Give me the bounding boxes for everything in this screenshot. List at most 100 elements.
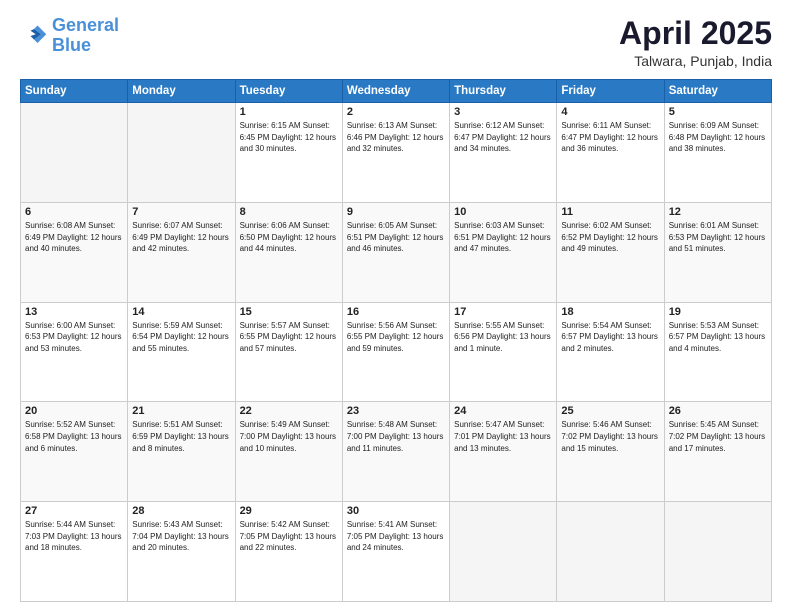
calendar-day-header: Wednesday bbox=[342, 80, 449, 103]
calendar-week-row: 20 Sunrise: 5:52 AM Sunset: 6:58 PM Dayli… bbox=[21, 402, 772, 502]
logo-icon bbox=[20, 22, 48, 50]
calendar-cell bbox=[450, 502, 557, 602]
logo: General Blue bbox=[20, 16, 119, 56]
cell-content: Sunrise: 5:52 AM Sunset: 6:58 PM Dayligh… bbox=[25, 419, 123, 454]
logo-general: General bbox=[52, 15, 119, 35]
cell-content: Sunrise: 6:06 AM Sunset: 6:50 PM Dayligh… bbox=[240, 220, 338, 255]
day-number: 1 bbox=[240, 106, 338, 118]
title-block: April 2025 Talwara, Punjab, India bbox=[619, 16, 772, 69]
day-number: 5 bbox=[669, 106, 767, 118]
calendar-cell: 2 Sunrise: 6:13 AM Sunset: 6:46 PM Daylig… bbox=[342, 103, 449, 203]
day-number: 20 bbox=[25, 405, 123, 417]
calendar-cell: 22Sunrise: 5:49 AM Sunset: 7:00 PM Dayli… bbox=[235, 402, 342, 502]
calendar-day-header: Thursday bbox=[450, 80, 557, 103]
cell-content: Sunrise: 5:59 AM Sunset: 6:54 PM Dayligh… bbox=[132, 320, 230, 355]
cell-content: Sunrise: 5:48 AM Sunset: 7:00 PM Dayligh… bbox=[347, 419, 445, 454]
day-number: 21 bbox=[132, 405, 230, 417]
cell-content: Sunrise: 5:56 AM Sunset: 6:55 PM Dayligh… bbox=[347, 320, 445, 355]
cell-content: Sunrise: 5:44 AM Sunset: 7:03 PM Dayligh… bbox=[25, 519, 123, 554]
calendar-cell: 9 Sunrise: 6:05 AM Sunset: 6:51 PM Daylig… bbox=[342, 202, 449, 302]
calendar-cell: 15 Sunrise: 5:57 AM Sunset: 6:55 PM Dayli… bbox=[235, 302, 342, 402]
calendar-cell: 21Sunrise: 5:51 AM Sunset: 6:59 PM Dayli… bbox=[128, 402, 235, 502]
day-number: 8 bbox=[240, 206, 338, 218]
day-number: 25 bbox=[561, 405, 659, 417]
calendar-cell: 14Sunrise: 5:59 AM Sunset: 6:54 PM Dayli… bbox=[128, 302, 235, 402]
calendar-day-header: Tuesday bbox=[235, 80, 342, 103]
cell-content: Sunrise: 6:15 AM Sunset: 6:45 PM Dayligh… bbox=[240, 120, 338, 155]
page: General Blue April 2025 Talwara, Punjab,… bbox=[0, 0, 792, 612]
calendar-cell: 23 Sunrise: 5:48 AM Sunset: 7:00 PM Dayli… bbox=[342, 402, 449, 502]
day-number: 3 bbox=[454, 106, 552, 118]
location: Talwara, Punjab, India bbox=[619, 53, 772, 69]
calendar-cell: 18 Sunrise: 5:54 AM Sunset: 6:57 PM Dayli… bbox=[557, 302, 664, 402]
calendar-cell: 12Sunrise: 6:01 AM Sunset: 6:53 PM Dayli… bbox=[664, 202, 771, 302]
day-number: 4 bbox=[561, 106, 659, 118]
cell-content: Sunrise: 5:43 AM Sunset: 7:04 PM Dayligh… bbox=[132, 519, 230, 554]
calendar-week-row: 13 Sunrise: 6:00 AM Sunset: 6:53 PM Dayli… bbox=[21, 302, 772, 402]
day-number: 28 bbox=[132, 505, 230, 517]
calendar-cell: 27 Sunrise: 5:44 AM Sunset: 7:03 PM Dayli… bbox=[21, 502, 128, 602]
day-number: 27 bbox=[25, 505, 123, 517]
logo-text: General Blue bbox=[52, 16, 119, 56]
day-number: 29 bbox=[240, 505, 338, 517]
day-number: 16 bbox=[347, 306, 445, 318]
day-number: 22 bbox=[240, 405, 338, 417]
cell-content: Sunrise: 5:55 AM Sunset: 6:56 PM Dayligh… bbox=[454, 320, 552, 355]
calendar-cell bbox=[557, 502, 664, 602]
cell-content: Sunrise: 6:03 AM Sunset: 6:51 PM Dayligh… bbox=[454, 220, 552, 255]
day-number: 26 bbox=[669, 405, 767, 417]
calendar-cell: 11Sunrise: 6:02 AM Sunset: 6:52 PM Dayli… bbox=[557, 202, 664, 302]
cell-content: Sunrise: 6:13 AM Sunset: 6:46 PM Dayligh… bbox=[347, 120, 445, 155]
calendar-cell: 3 Sunrise: 6:12 AM Sunset: 6:47 PM Daylig… bbox=[450, 103, 557, 203]
calendar-cell: 7 Sunrise: 6:07 AM Sunset: 6:49 PM Daylig… bbox=[128, 202, 235, 302]
cell-content: Sunrise: 6:08 AM Sunset: 6:49 PM Dayligh… bbox=[25, 220, 123, 255]
calendar-cell: 6 Sunrise: 6:08 AM Sunset: 6:49 PM Daylig… bbox=[21, 202, 128, 302]
calendar-cell bbox=[21, 103, 128, 203]
cell-content: Sunrise: 6:12 AM Sunset: 6:47 PM Dayligh… bbox=[454, 120, 552, 155]
day-number: 17 bbox=[454, 306, 552, 318]
cell-content: Sunrise: 5:57 AM Sunset: 6:55 PM Dayligh… bbox=[240, 320, 338, 355]
calendar-cell: 4 Sunrise: 6:11 AM Sunset: 6:47 PM Daylig… bbox=[557, 103, 664, 203]
calendar-day-header: Saturday bbox=[664, 80, 771, 103]
calendar-week-row: 27 Sunrise: 5:44 AM Sunset: 7:03 PM Dayli… bbox=[21, 502, 772, 602]
cell-content: Sunrise: 5:45 AM Sunset: 7:02 PM Dayligh… bbox=[669, 419, 767, 454]
day-number: 18 bbox=[561, 306, 659, 318]
cell-content: Sunrise: 5:42 AM Sunset: 7:05 PM Dayligh… bbox=[240, 519, 338, 554]
day-number: 19 bbox=[669, 306, 767, 318]
calendar-week-row: 6 Sunrise: 6:08 AM Sunset: 6:49 PM Daylig… bbox=[21, 202, 772, 302]
calendar-cell: 10Sunrise: 6:03 AM Sunset: 6:51 PM Dayli… bbox=[450, 202, 557, 302]
day-number: 30 bbox=[347, 505, 445, 517]
calendar-cell: 28 Sunrise: 5:43 AM Sunset: 7:04 PM Dayli… bbox=[128, 502, 235, 602]
calendar-cell: 20 Sunrise: 5:52 AM Sunset: 6:58 PM Dayli… bbox=[21, 402, 128, 502]
calendar-cell: 29 Sunrise: 5:42 AM Sunset: 7:05 PM Dayli… bbox=[235, 502, 342, 602]
cell-content: Sunrise: 6:09 AM Sunset: 6:48 PM Dayligh… bbox=[669, 120, 767, 155]
calendar-cell: 16 Sunrise: 5:56 AM Sunset: 6:55 PM Dayli… bbox=[342, 302, 449, 402]
day-number: 15 bbox=[240, 306, 338, 318]
calendar-cell: 19Sunrise: 5:53 AM Sunset: 6:57 PM Dayli… bbox=[664, 302, 771, 402]
day-number: 11 bbox=[561, 206, 659, 218]
day-number: 9 bbox=[347, 206, 445, 218]
cell-content: Sunrise: 5:54 AM Sunset: 6:57 PM Dayligh… bbox=[561, 320, 659, 355]
day-number: 7 bbox=[132, 206, 230, 218]
calendar-cell: 25Sunrise: 5:46 AM Sunset: 7:02 PM Dayli… bbox=[557, 402, 664, 502]
calendar-cell: 17 Sunrise: 5:55 AM Sunset: 6:56 PM Dayli… bbox=[450, 302, 557, 402]
cell-content: Sunrise: 6:07 AM Sunset: 6:49 PM Dayligh… bbox=[132, 220, 230, 255]
calendar-cell: 8 Sunrise: 6:06 AM Sunset: 6:50 PM Daylig… bbox=[235, 202, 342, 302]
calendar-cell: 30Sunrise: 5:41 AM Sunset: 7:05 PM Dayli… bbox=[342, 502, 449, 602]
cell-content: Sunrise: 6:01 AM Sunset: 6:53 PM Dayligh… bbox=[669, 220, 767, 255]
day-number: 23 bbox=[347, 405, 445, 417]
calendar-header-row: SundayMondayTuesdayWednesdayThursdayFrid… bbox=[21, 80, 772, 103]
cell-content: Sunrise: 6:11 AM Sunset: 6:47 PM Dayligh… bbox=[561, 120, 659, 155]
calendar-table: SundayMondayTuesdayWednesdayThursdayFrid… bbox=[20, 79, 772, 602]
header: General Blue April 2025 Talwara, Punjab,… bbox=[20, 16, 772, 69]
cell-content: Sunrise: 6:05 AM Sunset: 6:51 PM Dayligh… bbox=[347, 220, 445, 255]
calendar-day-header: Friday bbox=[557, 80, 664, 103]
day-number: 2 bbox=[347, 106, 445, 118]
cell-content: Sunrise: 6:00 AM Sunset: 6:53 PM Dayligh… bbox=[25, 320, 123, 355]
calendar-cell: 1 Sunrise: 6:15 AM Sunset: 6:45 PM Daylig… bbox=[235, 103, 342, 203]
calendar-week-row: 1 Sunrise: 6:15 AM Sunset: 6:45 PM Daylig… bbox=[21, 103, 772, 203]
calendar-cell: 13 Sunrise: 6:00 AM Sunset: 6:53 PM Dayli… bbox=[21, 302, 128, 402]
calendar-day-header: Sunday bbox=[21, 80, 128, 103]
day-number: 6 bbox=[25, 206, 123, 218]
day-number: 13 bbox=[25, 306, 123, 318]
